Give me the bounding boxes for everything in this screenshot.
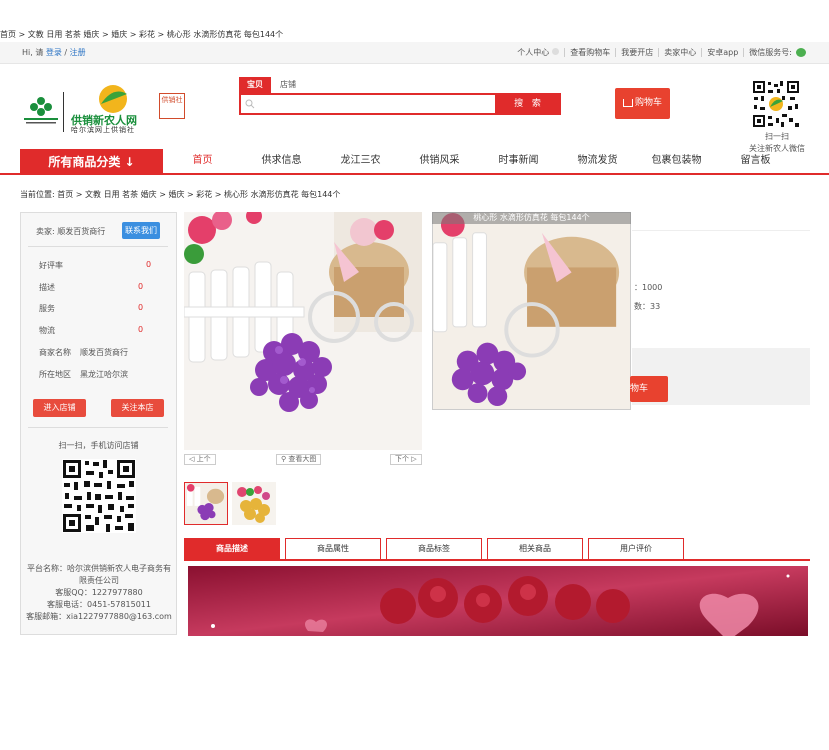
seller-name: 卖家: 顺发百货商行: [36, 227, 106, 236]
tab-related[interactable]: 相关商品: [487, 538, 583, 559]
contact-seller-button[interactable]: 联系我们: [122, 222, 160, 239]
search-tab-products[interactable]: 宝贝: [239, 77, 271, 93]
rating-description-value: 0: [138, 282, 144, 291]
site-logo[interactable]: 供销新农人网 哈尔滨网上供销社: [67, 84, 157, 134]
greeting-text: Hi, 请: [22, 48, 44, 57]
cart-label: 购物车: [634, 98, 662, 108]
right-arrow-icon: ▷: [411, 455, 417, 463]
zoom-title: 桃心形 水滴形仿真花 每包144个: [432, 212, 631, 224]
tab-attributes[interactable]: 商品属性: [285, 538, 381, 559]
rating-service-value: 0: [138, 303, 144, 312]
user-center-label: 个人中心: [517, 48, 550, 57]
description-banner-image: [188, 566, 808, 636]
breadcrumb[interactable]: 当前位置: 首页 > 文教 日用 茗茶 婚庆 > 婚庆 > 彩花 > 桃心形 水…: [20, 189, 340, 200]
user-center-link[interactable]: 个人中心: [512, 48, 566, 57]
coop-logo-icon: [24, 97, 58, 124]
nav-home[interactable]: 首页: [163, 149, 242, 173]
wechat-service[interactable]: 微信服务号:: [744, 48, 811, 57]
cart-button[interactable]: 购物车: [615, 88, 670, 119]
next-image-button[interactable]: 下个 ▷: [390, 454, 422, 465]
open-shop-link[interactable]: 我要开店: [616, 48, 660, 57]
nav-message-board[interactable]: 留言板: [716, 149, 795, 173]
main-nav: 首页 供求信息 龙江三农 供销风采 时事新闻 物流发货 包裹包装物 留言板: [163, 149, 795, 173]
tabs-underline: [184, 559, 810, 561]
platform-info: 平台名称：哈尔滨供销新农人电子商务有限责任公司 客服QQ：1227977880 …: [24, 563, 174, 623]
enter-shop-button[interactable]: 进入店铺: [33, 399, 86, 417]
region-value: 黑龙江哈尔滨: [80, 370, 128, 379]
search-input[interactable]: [257, 95, 493, 113]
site-logo-subtext: 哈尔滨网上供销社: [71, 126, 135, 134]
sidebar-divider: [28, 246, 168, 247]
all-categories-button[interactable]: 所有商品分类 ↓: [20, 149, 163, 175]
shop-name-value: 顺发百货商行: [80, 348, 128, 357]
wechat-qr-code: [752, 80, 800, 128]
sold-text: 数：33: [634, 302, 661, 311]
sidebar-divider-2: [28, 427, 168, 428]
nav-news[interactable]: 时事新闻: [479, 149, 558, 173]
rating-positive-label: 好评率: [39, 261, 63, 270]
register-link[interactable]: 注册: [70, 48, 86, 57]
rating-service-label: 服务: [39, 304, 55, 313]
greeting: Hi, 请 登录 / 注册: [22, 47, 86, 58]
region-label: 所在地区: [39, 370, 71, 379]
prev-image-button[interactable]: ◁ 上个: [184, 454, 216, 465]
search-button[interactable]: 搜 索: [497, 93, 561, 115]
tab-tags[interactable]: 商品标签: [386, 538, 482, 559]
left-arrow-icon: ◁: [189, 455, 195, 463]
nav-logistics[interactable]: 物流发货: [558, 149, 637, 173]
top-links: 个人中心 查看购物车 我要开店 卖家中心 安卓app 微信服务号:: [512, 48, 811, 57]
slash: /: [64, 48, 68, 57]
thumbnail-mixed[interactable]: [232, 482, 276, 525]
follow-shop-button[interactable]: 关注本店: [111, 399, 164, 417]
zoom-preview: [432, 212, 631, 410]
leaf-logo-icon: [99, 85, 127, 113]
add-to-cart-button[interactable]: 物车: [630, 376, 668, 402]
magnify-icon: ⚲: [281, 455, 287, 463]
tab-description[interactable]: 商品描述: [184, 538, 280, 559]
stock-text: ：1000: [634, 283, 663, 292]
nav-longjiang-sannong[interactable]: 龙江三农: [321, 149, 400, 173]
search-tab-shops[interactable]: 店铺: [272, 77, 304, 93]
thumbnail-purple[interactable]: [184, 482, 228, 525]
nav-packaging[interactable]: 包裹包装物: [637, 149, 716, 173]
info-divider: [632, 230, 810, 231]
shop-qr-code: [62, 459, 136, 533]
rating-logistics-value: 0: [138, 325, 144, 334]
platform-name: 平台名称：哈尔滨供销新农人电子商务有限责任公司: [27, 564, 171, 585]
rating-positive-value: 0: [146, 260, 152, 269]
nav-coop-style[interactable]: 供销风采: [400, 149, 479, 173]
nav-underline: [0, 173, 829, 175]
next-label: 下个: [395, 455, 409, 463]
view-cart-link[interactable]: 查看购物车: [565, 48, 617, 57]
search-icon: [245, 99, 255, 109]
service-email: 客服邮箱：xia1227977880@163.com: [26, 612, 172, 621]
view-large-image-button[interactable]: ⚲ 查看大图: [276, 454, 322, 465]
wechat-service-label: 微信服务号:: [749, 48, 792, 57]
service-phone: 客服电话：0451-57815011: [47, 600, 151, 609]
badge-stamp: 供销社: [159, 93, 185, 119]
qr-caption-line1: 扫一扫: [765, 132, 789, 141]
cart-icon: [622, 98, 633, 107]
service-qq: 客服QQ：1227977880: [55, 588, 143, 597]
top-breadcrumb[interactable]: 首页 > 文教 日用 茗茶 婚庆 > 婚庆 > 彩花 > 桃心形 水滴形仿真花 …: [0, 29, 283, 40]
product-main-image[interactable]: [184, 212, 422, 450]
chevron-down-icon: [552, 48, 560, 55]
rating-description-label: 描述: [39, 283, 55, 292]
rating-logistics-label: 物流: [39, 326, 55, 335]
nav-supply-demand[interactable]: 供求信息: [242, 149, 321, 173]
logo-divider: [63, 92, 64, 132]
android-app-link[interactable]: 安卓app: [702, 48, 745, 57]
seller-center-link[interactable]: 卖家中心: [659, 48, 703, 57]
login-link[interactable]: 登录: [46, 48, 62, 57]
tab-reviews[interactable]: 用户评价: [588, 538, 684, 559]
prev-label: 上个: [196, 455, 211, 463]
wechat-icon: [796, 48, 806, 57]
shop-name-label: 商家名称: [39, 348, 71, 357]
view-large-label: 查看大图: [288, 455, 317, 463]
scan-shop-text: 扫一扫，手机访问店铺: [58, 441, 139, 450]
search-box: [239, 93, 497, 115]
